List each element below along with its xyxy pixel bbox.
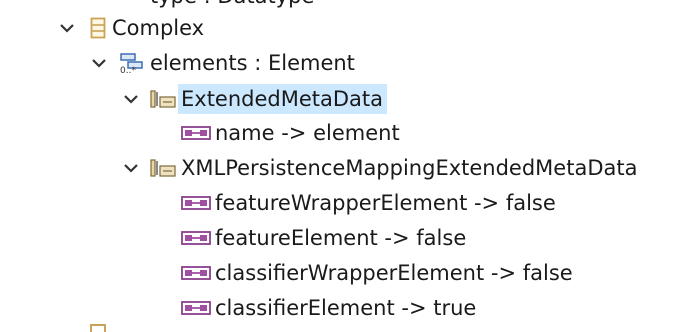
tree-item-complex[interactable]: Complex [56, 11, 208, 45]
tree-item-label: ExtendedMetaData [178, 84, 388, 114]
tree-item-classifierwrapperelement[interactable]: classifierWrapperElement -> false [180, 256, 577, 290]
tree-item-elements[interactable]: 0..* elements : Element [88, 46, 359, 80]
tree-item-name-entry[interactable]: name -> element [180, 116, 404, 150]
entry-icon [180, 264, 212, 282]
entry-icon [180, 194, 212, 212]
entry-icon [180, 299, 212, 317]
tree-item-label: featureElement -> false [215, 226, 467, 250]
tree-item-label: classifierWrapperElement -> false [215, 261, 573, 285]
tree-item-xmlpersistence[interactable]: XMLPersistenceMappingExtendedMetaData [120, 151, 641, 185]
tree-item-label: elements : Element [150, 51, 355, 75]
tree-item-label: Complex [112, 16, 205, 40]
tree-item-label: classifierElement -> true [215, 296, 477, 320]
chevron-down-icon[interactable] [56, 17, 78, 39]
tree-item-label: name -> element [215, 121, 400, 145]
chevron-down-icon[interactable] [120, 157, 142, 179]
tree-item-label: featureWrapperElement -> false [215, 191, 556, 215]
chevron-down-icon[interactable] [88, 52, 110, 74]
tree-view[interactable]: type : Datatype Complex 0..* elements : [0, 0, 683, 332]
svg-text:0..*: 0..* [120, 66, 136, 74]
entry-icon [180, 229, 212, 247]
class-icon [87, 17, 109, 39]
chevron-down-icon[interactable] [120, 88, 142, 110]
annotation-icon [148, 157, 178, 179]
tree-item-extendedmetadata[interactable]: ExtendedMetaData [120, 82, 388, 116]
annotation-icon [148, 88, 178, 110]
entry-icon [180, 124, 212, 142]
tree-item-featurewrapperelement[interactable]: featureWrapperElement -> false [180, 186, 560, 220]
reference-icon: 0..* [119, 52, 147, 74]
tree-item-partial-top[interactable]: type : Datatype [150, 0, 314, 9]
tree-item-label: XMLPersistenceMappingExtendedMetaData [181, 156, 638, 180]
tree-item-classifierelement[interactable]: classifierElement -> true [180, 291, 480, 325]
tree-item-featureelement[interactable]: featureElement -> false [180, 221, 470, 255]
